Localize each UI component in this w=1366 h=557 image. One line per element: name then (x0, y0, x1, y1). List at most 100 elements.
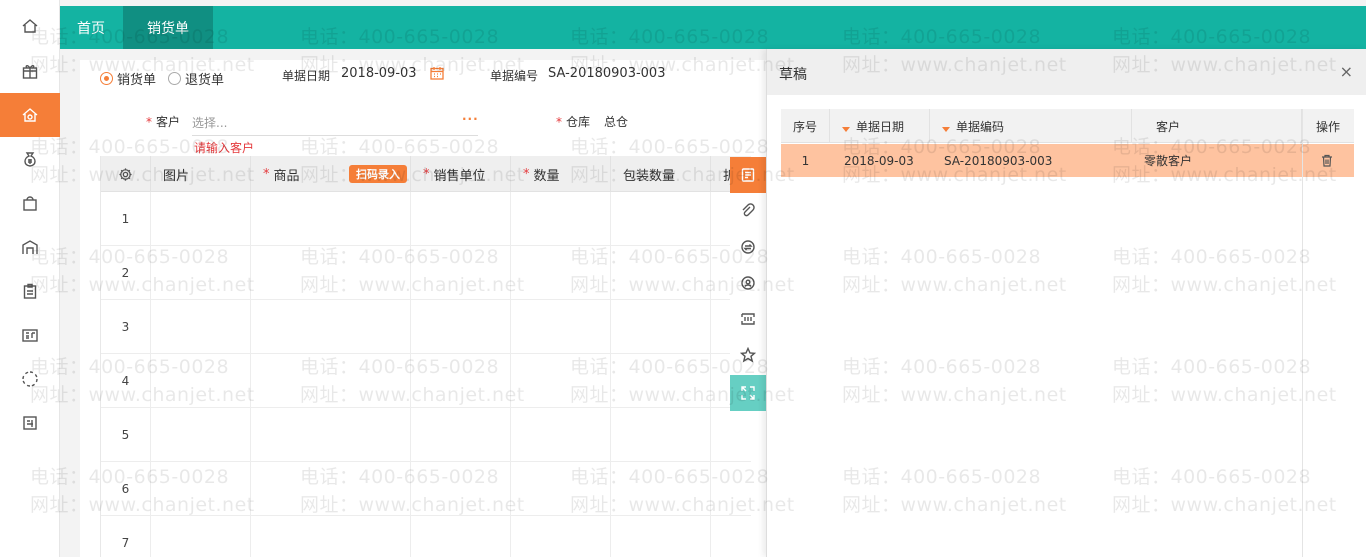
sort-icon (942, 126, 950, 132)
grid-cell[interactable] (711, 408, 751, 462)
gift-icon[interactable] (0, 49, 60, 93)
grid-cell[interactable] (411, 192, 511, 246)
col-order-date[interactable]: 单据日期 (830, 109, 930, 143)
grid-cell[interactable] (711, 462, 751, 516)
grid-cell[interactable] (511, 408, 611, 462)
grid-cell[interactable] (511, 516, 611, 557)
scan-entry-button[interactable]: 扫码录入 (349, 165, 407, 183)
star-icon[interactable] (730, 337, 766, 373)
grid-cell[interactable] (251, 354, 411, 408)
sales-icon[interactable] (0, 93, 60, 137)
date-label: 单据日期 (282, 69, 331, 83)
radio-unchecked-icon (168, 71, 182, 85)
col-sales-unit: * 销售单位 (411, 156, 511, 192)
product-grid: 图片 *商品 扫码录入 *销售单位 *数量 包装数量 折 1234567 (100, 156, 751, 557)
grid-cell[interactable] (151, 354, 251, 408)
grid-cell[interactable] (511, 462, 611, 516)
grid-cell[interactable] (411, 300, 511, 354)
grid-cell[interactable] (711, 516, 751, 557)
grid-cell[interactable] (411, 408, 511, 462)
home-icon[interactable] (0, 4, 60, 48)
warehouse-icon[interactable] (0, 225, 60, 269)
row-number: 1 (101, 192, 151, 246)
grid-cell[interactable] (511, 192, 611, 246)
grid-cell[interactable] (611, 354, 711, 408)
grid-cell[interactable] (511, 354, 611, 408)
exchange-icon[interactable] (730, 229, 766, 265)
barcode-icon[interactable] (730, 301, 766, 337)
col-actions: 操作 (1315, 119, 1340, 134)
new-icon[interactable] (0, 401, 60, 445)
grid-cell[interactable] (251, 462, 411, 516)
grid-cell[interactable] (251, 300, 411, 354)
row-date: 2018-09-03 (844, 153, 914, 168)
customer-more-button[interactable]: ··· (462, 112, 479, 126)
table-row[interactable]: 2 (101, 246, 751, 300)
attachment-icon[interactable] (730, 193, 766, 229)
table-row[interactable]: 7 (101, 516, 751, 557)
delete-icon[interactable] (1321, 144, 1333, 177)
grid-cell[interactable] (411, 246, 511, 300)
close-icon[interactable]: × (1340, 62, 1353, 81)
grid-cell[interactable] (511, 300, 611, 354)
grid-cell[interactable] (611, 192, 711, 246)
sidebar (0, 0, 60, 557)
grid-cell[interactable] (511, 246, 611, 300)
settings-icon[interactable] (101, 156, 151, 192)
grid-cell[interactable] (151, 300, 251, 354)
customer-input[interactable]: 选择... (192, 112, 478, 136)
grid-cell[interactable] (151, 462, 251, 516)
row-customer: 零散客户 (1144, 154, 1193, 168)
grid-cell[interactable] (151, 192, 251, 246)
tab-home[interactable]: 首页 (60, 6, 122, 49)
table-row[interactable]: 4 (101, 354, 751, 408)
grid-cell[interactable] (411, 516, 511, 557)
grid-cell[interactable] (251, 192, 411, 246)
app-window: 首页 销货单 销货单 退货单 单据日期 2018-09-03 单据编号 SA-2… (0, 0, 1366, 557)
grid-cell[interactable] (151, 246, 251, 300)
column-divider (1302, 109, 1303, 557)
radio-sales-order[interactable]: 销货单 (100, 69, 156, 88)
table-row[interactable]: 1 (101, 192, 751, 246)
col-order-code[interactable]: 单据编码 (930, 109, 1132, 143)
radio-return-order[interactable]: 退货单 (168, 69, 224, 88)
tab-sales-order[interactable]: 销货单 (123, 6, 213, 49)
clipboard-icon[interactable] (0, 269, 60, 313)
warehouse-value[interactable]: 总仓 (604, 113, 628, 130)
col-index: 序号 (781, 109, 830, 143)
grid-cell[interactable] (251, 408, 411, 462)
grid-cell[interactable] (611, 246, 711, 300)
report-icon[interactable] (0, 313, 60, 357)
grid-cell[interactable] (251, 516, 411, 557)
money-bag-icon[interactable] (0, 137, 60, 181)
calendar-icon[interactable] (430, 66, 444, 80)
grid-cell[interactable] (151, 516, 251, 557)
shopping-bag-icon[interactable] (0, 181, 60, 225)
customer-icon[interactable] (730, 265, 766, 301)
code-label: 单据编号 (490, 69, 539, 83)
table-row[interactable]: 3 (101, 300, 751, 354)
grid-cell[interactable] (611, 516, 711, 557)
grid-cell[interactable] (411, 354, 511, 408)
col-package-quantity: 包装数量 (611, 156, 711, 192)
grid-cell[interactable] (411, 462, 511, 516)
top-tab-bar: 首页 销货单 (60, 6, 1366, 49)
grid-cell[interactable] (611, 408, 711, 462)
grid-cell[interactable] (611, 462, 711, 516)
tool-column (730, 157, 766, 412)
date-input[interactable]: 2018-09-03 (341, 66, 417, 81)
sort-icon (842, 126, 850, 132)
loading-icon[interactable] (0, 357, 60, 401)
draft-icon[interactable] (730, 157, 766, 193)
table-row[interactable]: 1 2018-09-03 SA-20180903-003 零散客户 (781, 144, 1354, 177)
grid-cell[interactable] (611, 300, 711, 354)
order-code: SA-20180903-003 (548, 66, 666, 81)
table-row[interactable]: 6 (101, 462, 751, 516)
customer-label: * 客户 (146, 115, 181, 129)
grid-cell[interactable] (151, 408, 251, 462)
order-type-selector: 销货单 退货单 (80, 60, 272, 96)
grid-cell[interactable] (251, 246, 411, 300)
expand-icon[interactable] (730, 375, 766, 411)
row-number: 4 (101, 354, 151, 408)
table-row[interactable]: 5 (101, 408, 751, 462)
